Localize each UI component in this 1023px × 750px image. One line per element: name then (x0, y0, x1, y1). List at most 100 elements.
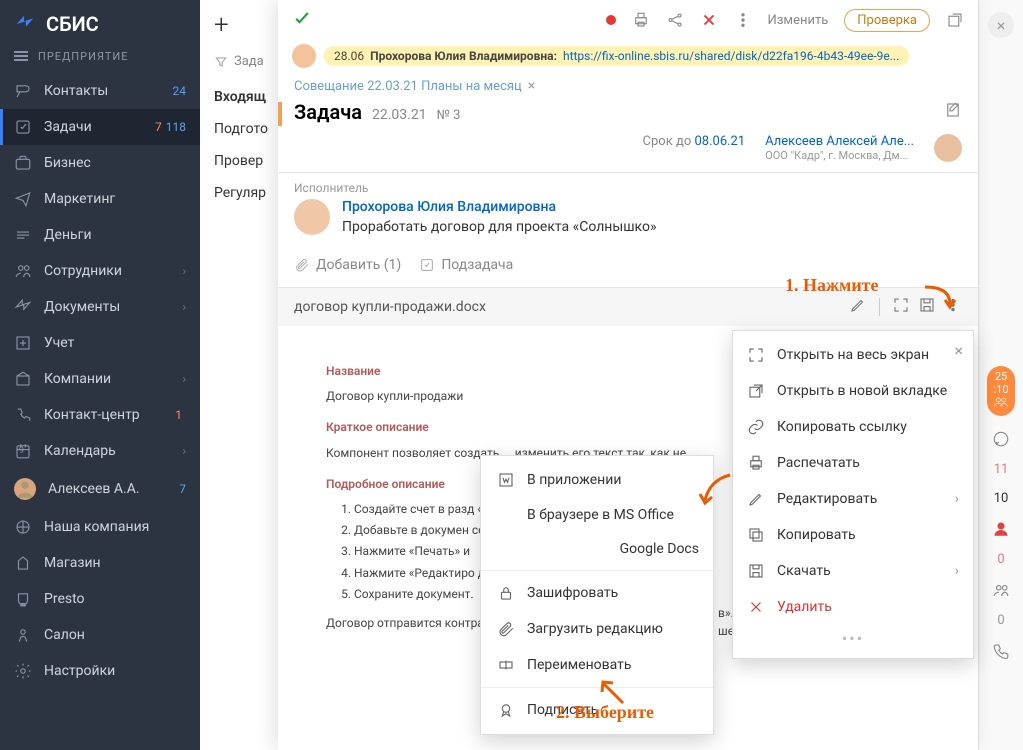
task-number: № 3 (437, 108, 461, 123)
add-button[interactable]: + (214, 10, 229, 40)
pinned-message[interactable]: 28.06 Прохорова Юлия Владимировна: https… (278, 40, 978, 72)
menu-item[interactable]: Копировать (733, 517, 973, 553)
sidebar-icon (14, 370, 32, 388)
sidebar-icon (14, 226, 32, 244)
edit-submenu: В приложенииВ браузере в MS OfficeGoogle… (480, 455, 714, 735)
sidebar-icon (14, 190, 32, 208)
rail-count-4: 0 (997, 613, 1004, 628)
person-icon[interactable] (992, 520, 1010, 538)
executor-label: Исполнитель (294, 181, 962, 195)
subtask-add[interactable]: Подзадача (419, 257, 513, 273)
sidebar-item-11[interactable]: Алексеев А.А.7 (0, 469, 200, 509)
change-link[interactable]: Изменить (768, 13, 829, 28)
popout-icon[interactable] (946, 11, 964, 29)
check-button[interactable]: Проверка (844, 9, 930, 32)
app-title: СБИС (46, 12, 99, 36)
menu-item[interactable]: Редактировать› (733, 481, 973, 517)
menu-item[interactable]: Открыть в новой вкладке (733, 373, 973, 409)
sidebar-icon (14, 334, 32, 352)
rail-count-1: 11 (994, 462, 1009, 477)
share-icon[interactable] (666, 11, 684, 29)
org-label[interactable]: ПРЕДПРИЯТИЕ (0, 44, 200, 73)
phone-icon[interactable] (992, 642, 1010, 660)
sidebar-item-4[interactable]: Деньги (0, 217, 200, 253)
menu-item[interactable]: Скачать› (733, 553, 973, 589)
app-logo: СБИС (0, 0, 200, 44)
sidebar-item-5[interactable]: Сотрудники› (0, 253, 200, 289)
sidebar-icon (14, 590, 32, 608)
submenu-item[interactable]: Переименовать (481, 647, 713, 683)
clip-icon (497, 620, 515, 638)
sidebar-icon (14, 554, 32, 572)
more-icon[interactable] (734, 11, 752, 29)
print-icon[interactable] (632, 11, 650, 29)
edit-title-icon[interactable] (944, 101, 962, 119)
task-toolbar: Изменить Проверка (278, 0, 978, 40)
menu-item[interactable]: Копировать ссылку (733, 409, 973, 445)
sidebar-item-14[interactable]: Presto (0, 581, 200, 617)
sidebar-item-12[interactable]: Наша компания (0, 509, 200, 545)
confirm-icon[interactable] (292, 8, 312, 32)
sidebar-icon (14, 262, 32, 280)
document-filename: договор купли-продажи.docx (294, 299, 841, 315)
arrow-1 (920, 282, 960, 312)
submenu-item[interactable]: В браузере в MS Office (481, 498, 713, 532)
sidebar-item-16[interactable]: Настройки (0, 653, 200, 689)
submenu-item[interactable]: Зашифровать (481, 575, 713, 611)
menu-close-icon[interactable]: × (954, 341, 963, 360)
avatar (292, 44, 316, 68)
menu-more[interactable]: ••• (733, 625, 973, 652)
breadcrumb[interactable]: Совещание 22.03.21 Планы на месяц× (278, 72, 978, 100)
menu-item[interactable]: Открыть на весь экран (733, 337, 973, 373)
filter-icon (214, 55, 228, 69)
close-pane-icon[interactable]: × (988, 12, 1014, 38)
sidebar-item-9[interactable]: Контакт-центр1 (0, 397, 200, 433)
submenu-item[interactable]: В приложении (481, 462, 713, 498)
doc-expand-icon[interactable] (892, 296, 910, 318)
print-icon (747, 454, 765, 472)
submenu-item[interactable]: Загрузить редакцию (481, 611, 713, 647)
clip-icon (294, 257, 310, 273)
chevron-right-icon: › (182, 300, 186, 314)
logo-icon (14, 13, 36, 35)
sidebar-item-8[interactable]: Компании› (0, 361, 200, 397)
menu-item[interactable]: Распечатать (733, 445, 973, 481)
msg-link[interactable]: https://fix-online.sbis.ru/shared/disk/d… (563, 49, 899, 63)
subtask-icon (419, 257, 435, 273)
sidebar-item-10[interactable]: 9Календарь› (0, 433, 200, 469)
reject-icon[interactable] (700, 11, 718, 29)
rail-badge[interactable]: 25:10 (987, 366, 1015, 416)
chevron-right-icon: › (955, 491, 959, 507)
record-icon[interactable] (606, 15, 616, 25)
annotation-2: 2. Выберите (556, 702, 654, 723)
copy-icon (747, 526, 765, 544)
attach-add[interactable]: Добавить (1) (294, 257, 401, 273)
chat-icon[interactable] (992, 430, 1010, 448)
sidebar-item-7[interactable]: Учет (0, 325, 200, 361)
rail-count-2: 10 (994, 491, 1009, 506)
sign-icon (497, 701, 515, 719)
group-icon[interactable] (992, 581, 1010, 599)
sidebar-item-3[interactable]: Маркетинг (0, 181, 200, 217)
newtab-icon (747, 382, 765, 400)
author-avatar (934, 134, 962, 162)
sidebar-item-2[interactable]: Бизнес (0, 145, 200, 181)
menu-item[interactable]: Удалить (733, 589, 973, 625)
people-icon (993, 396, 1009, 408)
sidebar: СБИС ПРЕДПРИЯТИЕ Контакты24Задачи7118Биз… (0, 0, 200, 750)
word-icon (497, 471, 515, 489)
author[interactable]: Алексеев Алексей Але... ООО "Кадр", г. М… (765, 134, 914, 162)
executor-name[interactable]: Прохорова Юлия Владимировна (342, 199, 657, 215)
sidebar-item-0[interactable]: Контакты24 (0, 73, 200, 109)
sidebar-item-13[interactable]: Магазин (0, 545, 200, 581)
menu-icon (14, 51, 28, 63)
crumb-close-icon[interactable]: × (528, 78, 535, 94)
sidebar-item-6[interactable]: Документы› (0, 289, 200, 325)
sidebar-item-1[interactable]: Задачи7118 (0, 109, 200, 145)
sidebar-item-15[interactable]: Салон (0, 617, 200, 653)
task-title: Задача (294, 100, 362, 124)
del-icon (747, 598, 765, 616)
doc-edit-icon[interactable] (849, 296, 867, 318)
chevron-right-icon: › (182, 444, 186, 458)
submenu-item[interactable]: Google Docs (481, 532, 713, 566)
